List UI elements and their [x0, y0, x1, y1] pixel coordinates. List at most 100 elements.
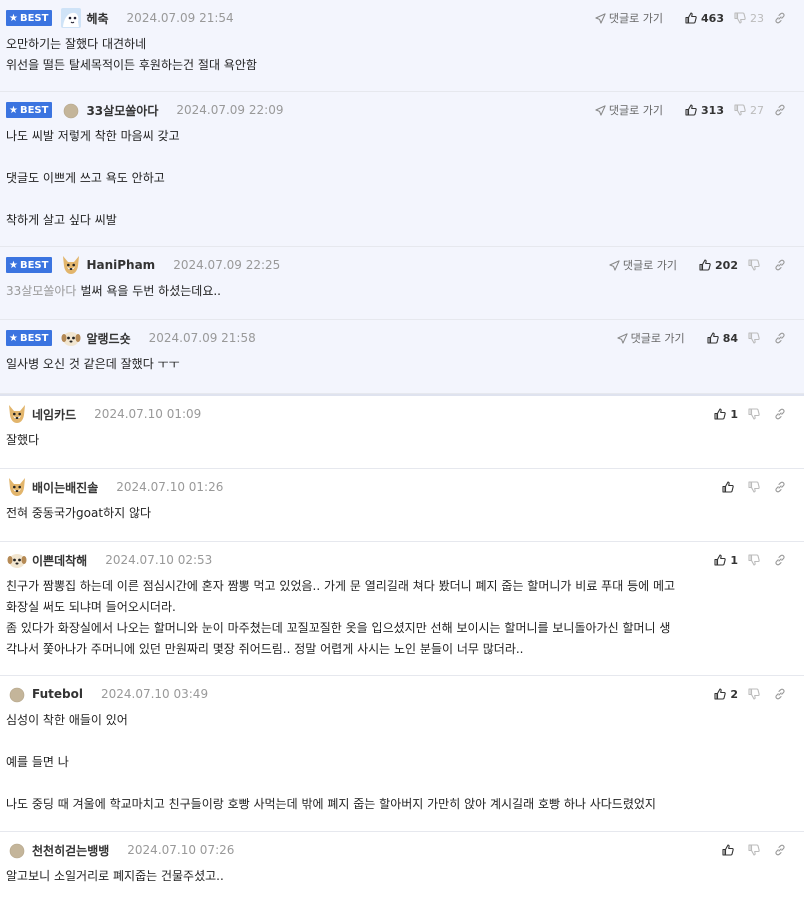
send-icon: [595, 104, 606, 116]
thumbs-down-icon: [748, 259, 760, 271]
share-link-button[interactable]: [774, 332, 790, 344]
best-badge: ★ BEST: [6, 330, 53, 346]
share-link-button[interactable]: [774, 554, 790, 566]
goto-label: 댓글로 가기: [622, 259, 678, 272]
comment-body: 33살모쏠아다 벌써 욕을 두번 하셨는데요..: [6, 275, 798, 310]
comment-text: 나도 씨발 저렇게 착한 마음씨 갖고 댓글도 이쁘게 쓰고 욕도 안하고 착하…: [6, 129, 180, 227]
link-icon: [775, 332, 785, 344]
star-icon: ★: [9, 259, 18, 271]
share-link-button[interactable]: [774, 481, 790, 493]
comment-item: ★ BEST 알랭드숏 2024.07.09 21:58 댓글로 가기 84 일…: [0, 320, 804, 394]
downvote-button[interactable]: [748, 844, 764, 856]
comment-body: 잘했다: [6, 424, 798, 459]
share-link-button[interactable]: [774, 104, 790, 116]
thumbs-up-icon: [685, 12, 697, 24]
send-icon: [609, 259, 620, 271]
comment-text: 오만하기는 잘했다 대견하네 위선을 떨든 탈세목적이든 후원하는건 절대 욕안…: [6, 37, 257, 72]
comment-text: 전혀 중동국가goat하지 않다: [6, 506, 152, 520]
upvote-button[interactable]: 313: [685, 104, 724, 117]
link-icon: [775, 554, 785, 566]
best-label: BEST: [19, 104, 49, 116]
comment-item: ★ BEST HaniPham 2024.07.09 22:25 댓글로 가기 2…: [0, 247, 804, 320]
nickname[interactable]: 네임카드: [32, 406, 76, 423]
comment-body: 심성이 착한 애들이 있어 예를 들면 나 나도 중딩 때 겨울에 학교마치고 …: [6, 704, 798, 823]
comment-actions: [712, 840, 790, 860]
comment-list: ★BEST 헤축 2024.07.09 21:54 댓글로 가기 463 23: [0, 0, 804, 902]
nickname[interactable]: 천천히걷는뱅뱅: [32, 842, 109, 859]
comment-date: 2024.07.10 02:53: [105, 553, 213, 567]
link-icon: [775, 844, 785, 856]
link-icon: [775, 408, 785, 420]
share-link-button[interactable]: [774, 259, 790, 271]
goto-comment-link[interactable]: 댓글로 가기: [616, 330, 685, 346]
downvote-button[interactable]: [748, 554, 764, 566]
upvote-button[interactable]: 1: [714, 408, 738, 421]
downvote-button[interactable]: [748, 408, 764, 420]
comment-text: 벌써 욕을 두번 하셨는데요..: [80, 284, 221, 298]
downvote-button[interactable]: [748, 481, 764, 493]
thumbs-up-icon: [699, 259, 711, 271]
downvote-button[interactable]: 23: [734, 12, 764, 25]
link-icon: [775, 481, 785, 493]
best-badge: ★ BEST: [6, 10, 53, 26]
nickname[interactable]: 이쁜데착해: [32, 552, 87, 569]
nickname[interactable]: Futebol: [32, 687, 83, 701]
downvote-button[interactable]: 27: [734, 104, 764, 117]
comment-date: 2024.07.10 03:49: [100, 687, 209, 701]
dot-avatar[interactable]: [60, 99, 82, 121]
share-link-button[interactable]: [774, 688, 790, 700]
comment-body: 오만하기는 잘했다 대견하네 위선을 떨든 탈세목적이든 후원하는건 절대 욕안…: [6, 28, 798, 84]
upvote-button[interactable]: 1: [714, 554, 738, 567]
comment-body: 일사병 오신 것 같은데 잘했다 ㅜㅜ: [6, 348, 798, 383]
goto-comment-link[interactable]: 댓글로 가기: [609, 257, 677, 273]
link-icon: [775, 104, 785, 116]
comment-date: 2024.07.09 22:09: [176, 103, 284, 117]
share-link-button[interactable]: [774, 408, 790, 420]
mention-link[interactable]: 33살모쏠아다: [6, 284, 76, 298]
dot-avatar[interactable]: [6, 683, 28, 705]
thumbs-down-icon: [748, 408, 760, 420]
nickname[interactable]: 알랭드숏: [86, 330, 130, 347]
best-label: BEST: [19, 12, 49, 24]
comment-item: ★BEST 헤축 2024.07.09 21:54 댓글로 가기 463 23: [0, 0, 804, 92]
star-icon: ★: [9, 332, 18, 344]
comment-actions: 댓글로 가기 313 27: [595, 100, 790, 120]
downvote-button[interactable]: [748, 259, 764, 271]
best-badge: ★ BEST: [6, 257, 53, 273]
upvote-button[interactable]: 202: [699, 259, 738, 272]
comment-header: ★ BEST 알랭드숏 2024.07.09 21:58 댓글로 가기 84: [6, 328, 798, 348]
comment-item: 네임카드 2024.07.10 01:09 1 잘했다: [0, 394, 804, 469]
send-icon: [616, 332, 628, 344]
dog-avatar[interactable]: [6, 476, 28, 498]
nickname[interactable]: 33살모쏠아다: [86, 102, 158, 119]
thumbs-up-icon: [707, 332, 719, 344]
goto-comment-link[interactable]: 댓글로 가기: [595, 102, 663, 118]
upvote-button[interactable]: 463: [685, 12, 724, 25]
upvote-button[interactable]: [722, 481, 738, 493]
sky-avatar[interactable]: [60, 7, 82, 29]
share-link-button[interactable]: [774, 12, 790, 24]
downvote-count: 23: [750, 11, 764, 25]
dot-avatar[interactable]: [6, 839, 28, 861]
dog-avatar[interactable]: [60, 254, 82, 276]
goto-comment-link[interactable]: 댓글로 가기: [595, 10, 663, 26]
upvote-button[interactable]: 84: [707, 332, 738, 345]
goto-label: 댓글로 가기: [630, 332, 685, 345]
nickname[interactable]: 배이는배진솔: [32, 479, 98, 496]
downvote-button[interactable]: [748, 688, 764, 700]
upvote-button[interactable]: 2: [714, 688, 738, 701]
puppy-avatar[interactable]: [60, 327, 82, 349]
puppy-avatar[interactable]: [6, 549, 28, 571]
comment-item: 이쁜데착해 2024.07.10 02:53 1 친구가 짬뽕집 하는데 이른 …: [0, 542, 804, 676]
comment-item: ★ BEST 33살모쏠아다 2024.07.09 22:09 댓글로 가기 31…: [0, 92, 804, 247]
link-icon: [775, 12, 785, 24]
nickname[interactable]: 헤축: [86, 10, 108, 27]
comment-header: 이쁜데착해 2024.07.10 02:53 1: [6, 550, 798, 570]
downvote-count: 27: [750, 103, 764, 117]
upvote-button[interactable]: [722, 844, 738, 856]
downvote-button[interactable]: [748, 332, 764, 344]
comment-header: ★ BEST 헤축 2024.07.09 21:54 댓글로 가기 463 23: [6, 8, 798, 28]
dog-avatar[interactable]: [6, 403, 28, 425]
share-link-button[interactable]: [774, 844, 790, 856]
nickname[interactable]: HaniPham: [86, 258, 155, 272]
